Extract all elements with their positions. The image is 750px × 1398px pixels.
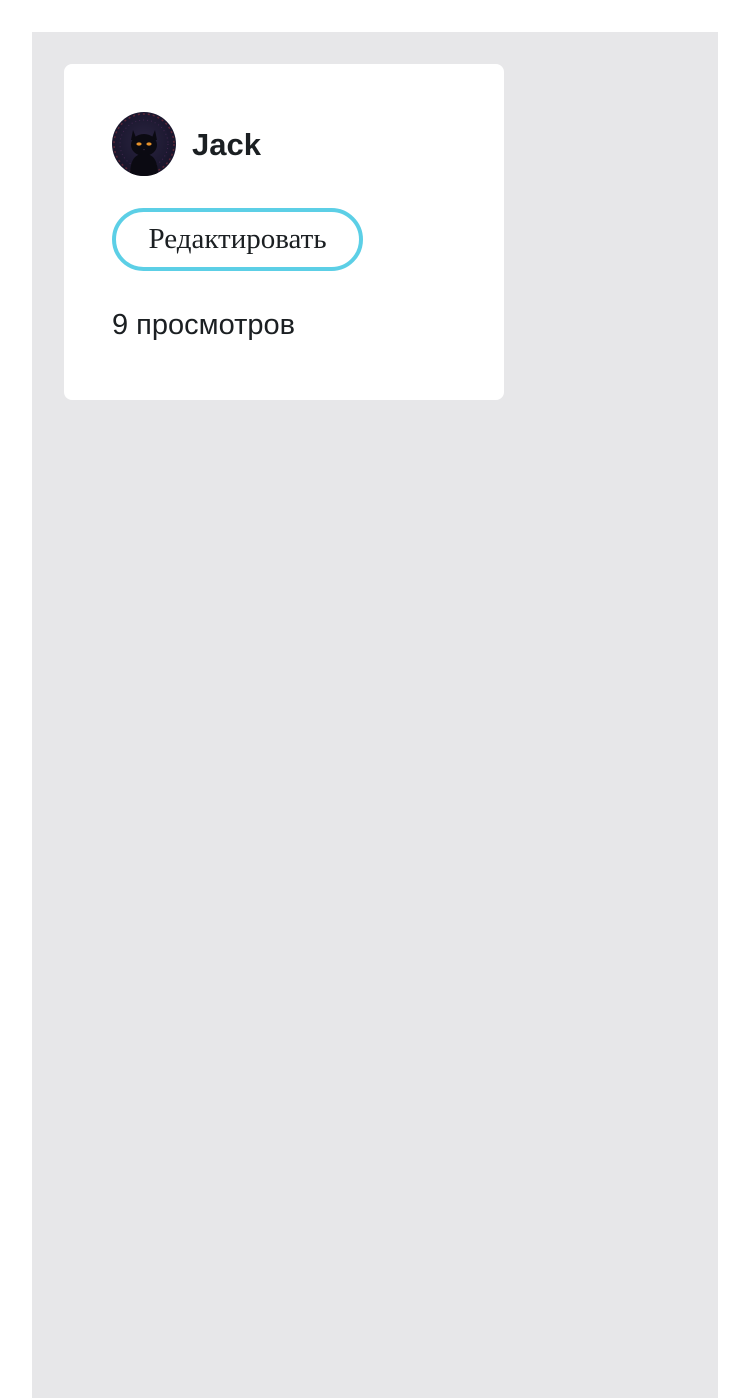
black-cat-avatar-icon	[113, 113, 175, 176]
avatar[interactable]	[112, 112, 176, 176]
page-background: Jack Редактировать 9 просмотров	[32, 32, 718, 1398]
user-info: Jack	[112, 112, 261, 176]
edit-button[interactable]: Редактировать	[112, 208, 363, 271]
profile-card: Jack Редактировать 9 просмотров	[64, 64, 504, 400]
views-count: 9 просмотров	[112, 309, 296, 341]
username[interactable]: Jack	[192, 129, 261, 160]
